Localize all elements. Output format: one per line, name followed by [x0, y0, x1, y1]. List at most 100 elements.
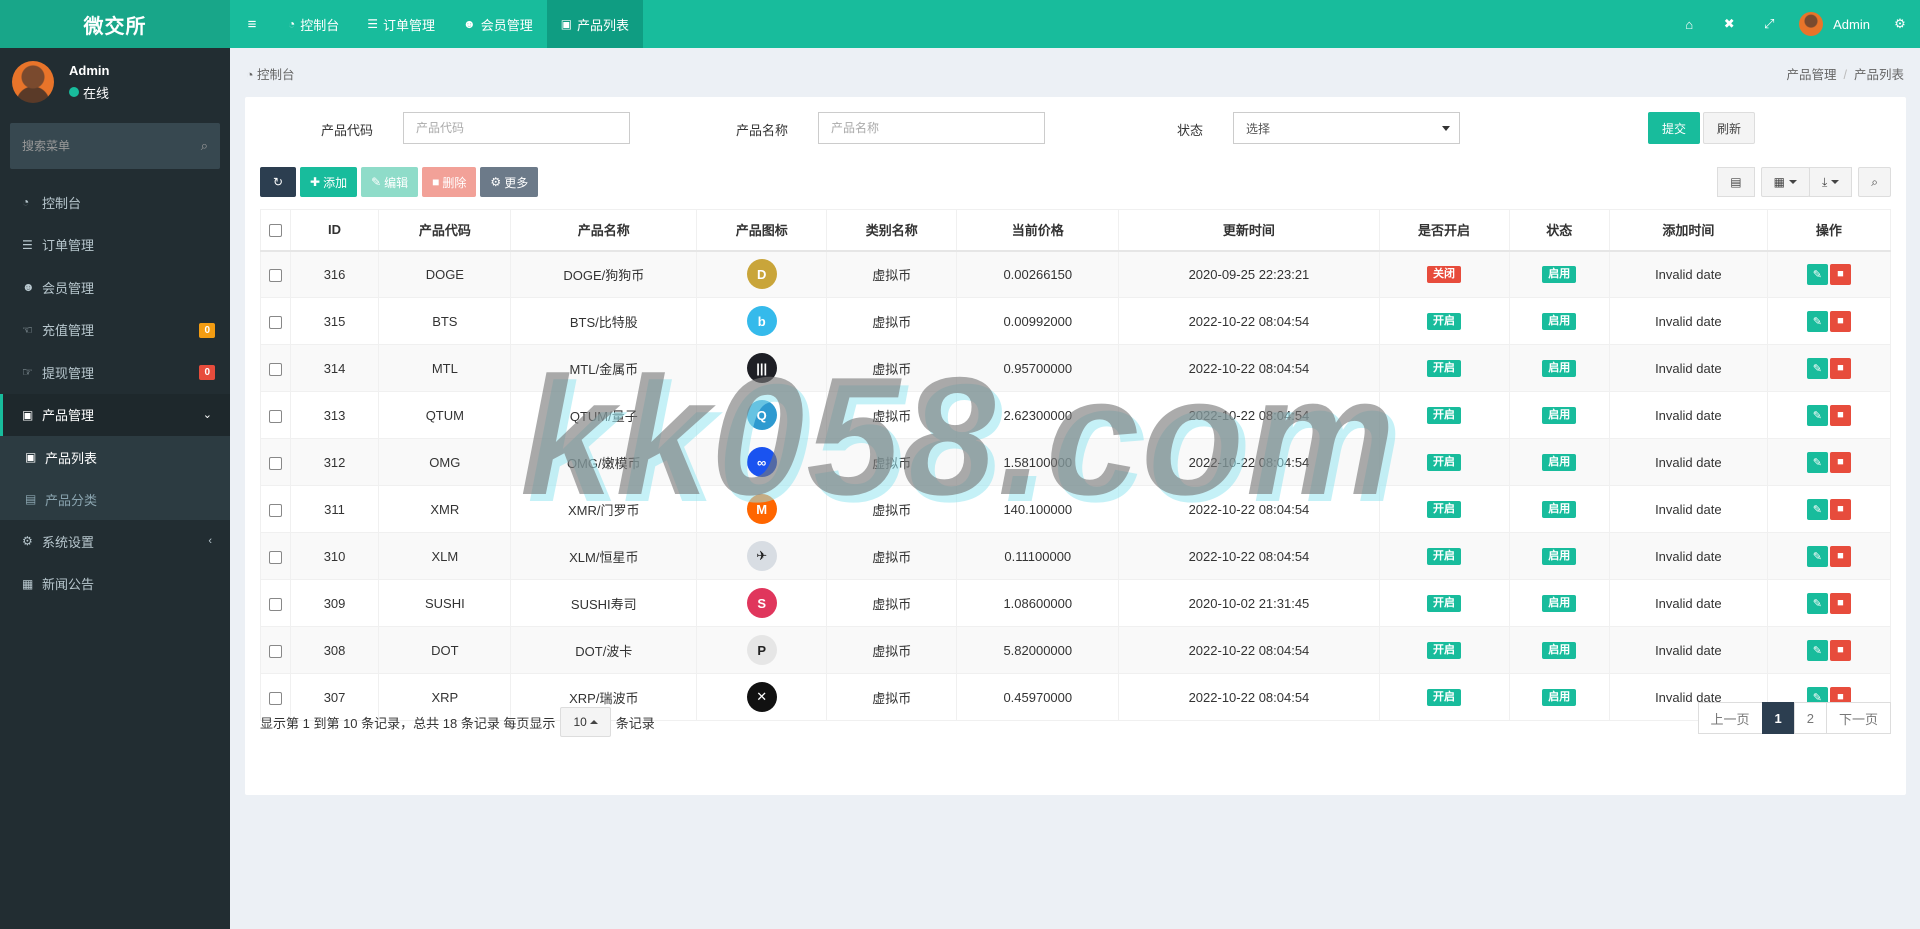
icon-cell: Q — [696, 391, 828, 439]
row-checkbox[interactable] — [268, 362, 282, 376]
col-header[interactable]: 类别名称 — [826, 209, 958, 252]
page-size-select[interactable]: 10 — [560, 707, 611, 737]
row-edit-button[interactable]: ✎ — [1806, 310, 1828, 332]
reload-button[interactable]: ↻ — [260, 167, 296, 197]
row-edit-button[interactable]: ✎ — [1806, 357, 1828, 379]
row-checkbox[interactable] — [268, 409, 282, 423]
avatar — [12, 61, 54, 103]
sidebar-item-recharge[interactable]: ☜ 充值管理 0 — [0, 309, 230, 352]
page-2-button[interactable]: 2 — [1793, 702, 1827, 734]
row-edit-button[interactable]: ✎ — [1806, 592, 1828, 614]
search-icon[interactable]: ⌕ — [201, 138, 208, 154]
col-header[interactable]: 产品代码 — [378, 209, 512, 252]
row-delete-button[interactable]: ■ — [1829, 310, 1851, 332]
app-logo[interactable]: 微交所 — [0, 0, 230, 48]
tab-orders[interactable]: ☰ 订单管理 — [353, 0, 449, 48]
enabled-toggle-badge[interactable]: 开启 — [1427, 360, 1462, 377]
submit-button[interactable]: 提交 — [1648, 112, 1700, 144]
col-header[interactable]: 当前价格 — [956, 209, 1120, 252]
next-page-button[interactable]: 下一页 — [1825, 702, 1891, 734]
breadcrumb-item[interactable]: 产品管理 — [1786, 68, 1836, 82]
enabled-toggle-badge[interactable]: 开启 — [1427, 313, 1462, 330]
sidebar-item-dashboard[interactable]: ◔ 控制台 — [0, 181, 230, 224]
prev-page-button[interactable]: 上一页 — [1697, 702, 1763, 734]
refresh-button[interactable]: 刷新 — [1703, 112, 1755, 144]
trash-icon[interactable]: ✖ — [1709, 16, 1749, 32]
row-delete-button[interactable]: ■ — [1829, 545, 1851, 567]
product-code-input[interactable] — [403, 112, 630, 144]
menu-search-input[interactable] — [22, 139, 201, 153]
delete-button[interactable]: ■ 删除 — [422, 167, 477, 197]
enabled-toggle-badge[interactable]: 开启 — [1427, 595, 1462, 612]
add-button[interactable]: ✚ 添加 — [300, 167, 358, 197]
row-delete-button[interactable]: ■ — [1829, 639, 1851, 661]
row-checkbox[interactable] — [268, 644, 282, 658]
toggle-view-button[interactable]: ▤ — [1717, 167, 1755, 197]
more-button[interactable]: ⚙ 更多 — [480, 167, 539, 197]
edit-button[interactable]: ✎ 编辑 — [361, 167, 419, 197]
col-header[interactable]: 产品名称 — [510, 209, 698, 252]
row-checkbox[interactable] — [268, 597, 282, 611]
row-checkbox[interactable] — [268, 691, 282, 705]
status-select[interactable]: 选择 — [1233, 112, 1460, 144]
col-header[interactable]: 更新时间 — [1118, 209, 1380, 252]
sidebar-item-product-list[interactable]: ▣ 产品列表 — [0, 436, 230, 478]
row-delete-button[interactable]: ■ — [1829, 592, 1851, 614]
row-delete-button[interactable]: ■ — [1829, 498, 1851, 520]
enabled-toggle-badge[interactable]: 关闭 — [1427, 266, 1462, 284]
row-edit-button[interactable]: ✎ — [1806, 263, 1828, 285]
sidebar-item-withdraw[interactable]: ☞ 提现管理 0 — [0, 351, 230, 394]
product-name-input[interactable] — [818, 112, 1045, 144]
row-checkbox[interactable] — [268, 503, 282, 517]
menu-toggle-icon[interactable]: ≡ — [230, 0, 274, 48]
sidebar-item-members[interactable]: ☻ 会员管理 — [0, 266, 230, 309]
select-all-checkbox[interactable] — [268, 224, 282, 238]
col-header[interactable]: 产品图标 — [696, 209, 828, 252]
columns-button[interactable]: ▦ — [1760, 167, 1810, 197]
row-checkbox[interactable] — [268, 268, 282, 282]
home-icon[interactable]: ⌂ — [1669, 17, 1709, 32]
dashboard-icon: ◔ — [22, 195, 30, 210]
col-header[interactable]: 状态 — [1508, 209, 1610, 252]
fullscreen-icon[interactable]: ⤢ — [1749, 16, 1789, 32]
enabled-toggle-badge[interactable]: 开启 — [1427, 407, 1462, 424]
cogs-icon[interactable]: ⚙ — [1880, 16, 1920, 32]
sidebar-item-product-category[interactable]: ▤ 产品分类 — [0, 478, 230, 520]
row-edit-button[interactable]: ✎ — [1806, 404, 1828, 426]
row-edit-button[interactable]: ✎ — [1806, 545, 1828, 567]
enabled-toggle-badge[interactable]: 开启 — [1427, 642, 1462, 659]
col-header[interactable]: ID — [289, 209, 380, 252]
user-menu[interactable]: Admin — [1789, 12, 1880, 36]
export-button[interactable]: ⤓ — [1808, 167, 1853, 197]
enabled-toggle-badge[interactable]: 开启 — [1427, 501, 1462, 518]
row-delete-button[interactable]: ■ — [1829, 451, 1851, 473]
enabled-toggle-badge[interactable]: 开启 — [1427, 548, 1462, 565]
page-1-button[interactable]: 1 — [1761, 702, 1795, 734]
col-header[interactable]: 是否开启 — [1378, 209, 1510, 252]
row-edit-button[interactable]: ✎ — [1806, 498, 1828, 520]
updated-cell: 2022-10-22 08:04:54 — [1118, 391, 1380, 439]
row-checkbox[interactable] — [268, 315, 282, 329]
enabled-cell: 开启 — [1378, 673, 1510, 721]
sidebar-item-products[interactable]: ▣ 产品管理 ⌄ — [0, 393, 230, 436]
row-delete-button[interactable]: ■ — [1829, 404, 1851, 426]
updated-cell: 2022-10-22 08:04:54 — [1118, 485, 1380, 533]
sidebar-item-settings[interactable]: ⚙ 系统设置 ‹ — [0, 520, 230, 563]
sidebar-item-orders[interactable]: ☰ 订单管理 — [0, 224, 230, 267]
col-header[interactable]: 添加时间 — [1608, 209, 1768, 252]
actions-cell: ✎ ■ — [1766, 344, 1892, 392]
search-toggle-button[interactable]: ⌕ — [1858, 167, 1891, 197]
sidebar-item-news[interactable]: ▦ 新闻公告 — [0, 563, 230, 606]
row-edit-button[interactable]: ✎ — [1806, 639, 1828, 661]
tab-dashboard[interactable]: ◔ 控制台 — [274, 0, 353, 48]
tab-product-list[interactable]: ▣ 产品列表 — [546, 0, 644, 48]
tab-members[interactable]: ☻ 会员管理 — [449, 0, 547, 48]
top-navbar: ≡ ◔ 控制台 ☰ 订单管理 ☻ 会员管理 ▣ 产品列表 ⌂ ✖ ⤢ Admin… — [230, 0, 1920, 48]
row-delete-button[interactable]: ■ — [1829, 263, 1851, 285]
row-checkbox[interactable] — [268, 550, 282, 564]
row-delete-button[interactable]: ■ — [1829, 357, 1851, 379]
row-edit-button[interactable]: ✎ — [1806, 451, 1828, 473]
row-checkbox[interactable] — [268, 456, 282, 470]
enabled-toggle-badge[interactable]: 开启 — [1427, 454, 1462, 471]
enabled-toggle-badge[interactable]: 开启 — [1427, 689, 1462, 706]
